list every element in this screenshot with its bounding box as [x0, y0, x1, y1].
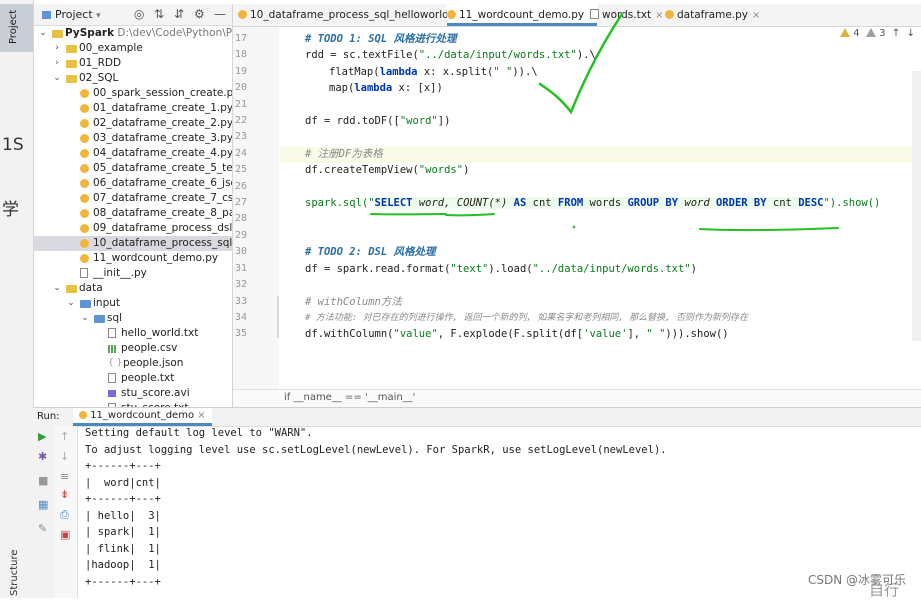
console-line: +------+---+ — [85, 576, 161, 589]
checkmark-stroke — [540, 14, 622, 112]
run-toolbar-secondary: ↑ ↓ ≡ ⇟ ⎙ ▣ — [55, 426, 78, 598]
debug-settings-icon[interactable]: ✱ — [38, 450, 47, 463]
layout-icon[interactable]: ▦ — [38, 498, 48, 511]
console-line: |hadoop| 1| — [85, 559, 161, 572]
console-line: | word|cnt| — [85, 477, 161, 490]
console-line: | spark| 1| — [85, 526, 161, 539]
console-line: | flink| 1| — [85, 543, 161, 556]
breadcrumb[interactable]: if __name__ == '__main__' — [233, 389, 921, 407]
console-line: +------+---+ — [85, 460, 161, 473]
pin-icon[interactable]: ✎ — [38, 522, 47, 535]
close-icon[interactable]: × — [197, 410, 205, 421]
annotation-dot — [573, 226, 576, 229]
scroll-up-icon[interactable]: ↑ — [60, 430, 69, 443]
console-line: +------+---+ — [85, 493, 161, 506]
run-label: Run: — [37, 411, 60, 422]
scroll-down-icon[interactable]: ↓ — [60, 450, 69, 463]
run-console[interactable]: Setting default log level to "WARN". To a… — [78, 426, 921, 598]
watermark: CSDN @冰雾可乐 — [808, 571, 906, 588]
underline-order-by — [700, 228, 838, 230]
run-tab-11-wordcount-demo[interactable]: 11_wordcount_demo × — [73, 408, 212, 426]
console-line: Setting default log level to "WARN". — [85, 427, 313, 440]
print-icon[interactable]: ⎙ — [60, 508, 69, 522]
run-toolbar-primary: ▶ ✱ ■ ▦ ✎ — [33, 426, 56, 598]
python-run-icon — [79, 411, 87, 419]
soft-wrap-icon[interactable]: ≡ — [60, 470, 69, 483]
trash-icon[interactable]: ▣ — [60, 528, 70, 541]
scroll-end-icon[interactable]: ⇟ — [60, 488, 69, 501]
rerun-icon[interactable]: ▶ — [38, 430, 46, 443]
stop-icon[interactable]: ■ — [38, 474, 48, 487]
console-line: | hello| 3| — [85, 510, 161, 523]
run-panel-header: Run: 11_wordcount_demo × — [33, 407, 921, 427]
underline-count — [446, 214, 494, 215]
console-line: To adjust logging level use sc.setLogLev… — [85, 444, 667, 457]
